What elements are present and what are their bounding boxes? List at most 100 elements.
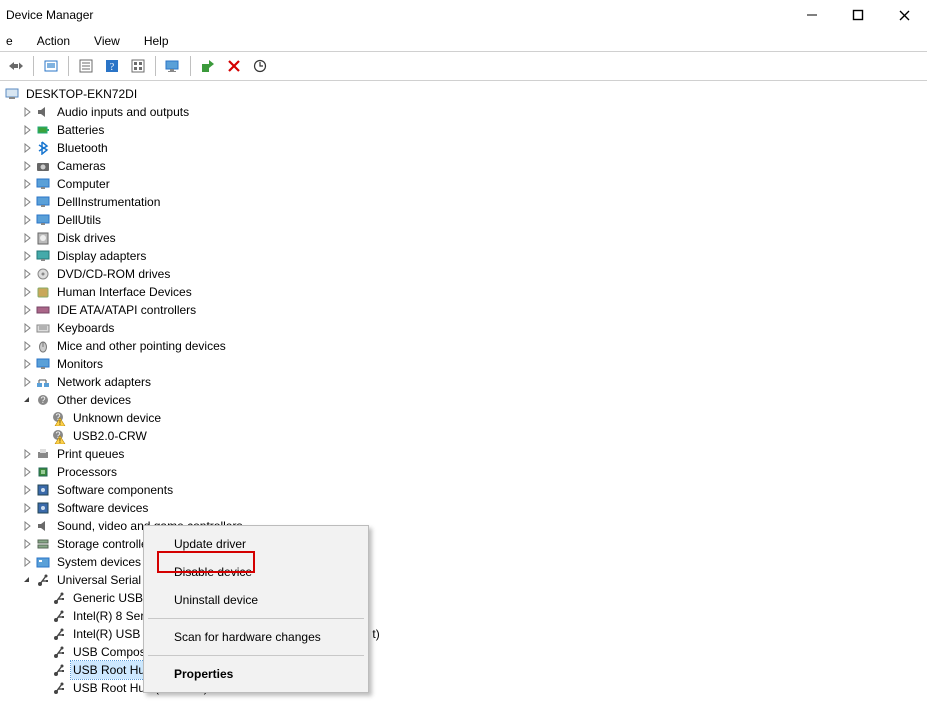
close-button[interactable] xyxy=(881,0,927,30)
tree-category[interactable]: Keyboards xyxy=(20,319,927,337)
svg-text:?: ? xyxy=(110,62,115,73)
expander-closed-icon[interactable] xyxy=(20,177,34,191)
tree-category[interactable]: Software devices xyxy=(20,499,927,517)
expander-closed-icon[interactable] xyxy=(20,285,34,299)
uninstall-device-button[interactable] xyxy=(222,54,246,78)
help-button[interactable]: ? xyxy=(100,54,124,78)
menu-view[interactable]: View xyxy=(90,34,124,48)
expander-closed-icon[interactable] xyxy=(20,195,34,209)
expander-closed-icon[interactable] xyxy=(20,519,34,533)
toolbar-separator xyxy=(155,56,156,76)
expander-placeholder xyxy=(36,411,50,425)
expander-closed-icon[interactable] xyxy=(20,267,34,281)
svg-text:?: ? xyxy=(40,395,45,405)
tree-category[interactable]: Display adapters xyxy=(20,247,927,265)
maximize-button[interactable] xyxy=(835,0,881,30)
tree-device[interactable]: ?!USB2.0-CRW xyxy=(36,427,927,445)
tree-category[interactable]: DVD/CD-ROM drives xyxy=(20,265,927,283)
expander-closed-icon[interactable] xyxy=(20,123,34,137)
menu-file[interactable]: e xyxy=(2,34,17,48)
tree-category[interactable]: Software components xyxy=(20,481,927,499)
tree-category[interactable]: Human Interface Devices xyxy=(20,283,927,301)
tree-category[interactable]: Processors xyxy=(20,463,927,481)
tree-category[interactable]: Bluetooth xyxy=(20,139,927,157)
expander-closed-icon[interactable] xyxy=(20,249,34,263)
toolbar-separator xyxy=(190,56,191,76)
expander-closed-icon[interactable] xyxy=(20,465,34,479)
menu-action[interactable]: Action xyxy=(33,34,74,48)
ctx-update-driver[interactable]: Update driver xyxy=(146,530,366,558)
tree-device[interactable]: ?!Unknown device xyxy=(36,409,927,427)
expander-closed-icon[interactable] xyxy=(20,141,34,155)
device-icon xyxy=(51,662,67,678)
ctx-properties[interactable]: Properties xyxy=(146,660,366,688)
expander-closed-icon[interactable] xyxy=(20,321,34,335)
tree-category[interactable]: DellInstrumentation xyxy=(20,193,927,211)
tree-category[interactable]: Batteries xyxy=(20,121,927,139)
expander-closed-icon[interactable] xyxy=(20,105,34,119)
tree-category-label: Network adapters xyxy=(55,373,153,391)
tree-category[interactable]: Monitors xyxy=(20,355,927,373)
tree-device-label: Unknown device xyxy=(71,409,163,427)
speaker-icon xyxy=(35,104,51,120)
expander-closed-icon[interactable] xyxy=(20,339,34,353)
ctx-disable-device[interactable]: Disable device xyxy=(146,558,366,586)
expander-closed-icon[interactable] xyxy=(20,159,34,173)
device-icon xyxy=(51,626,67,642)
cdrom-icon xyxy=(35,266,51,282)
tree-category[interactable]: IDE ATA/ATAPI controllers xyxy=(20,301,927,319)
expander-closed-icon[interactable] xyxy=(20,303,34,317)
expander-closed-icon[interactable] xyxy=(20,555,34,569)
update-driver-button[interactable] xyxy=(161,54,185,78)
expander-placeholder xyxy=(36,645,50,659)
tree-device-label: USB Root Hub xyxy=(71,661,154,679)
ctx-uninstall-device[interactable]: Uninstall device xyxy=(146,586,366,614)
device-tree[interactable]: DESKTOP-EKN72DI Audio inputs and outputs… xyxy=(0,81,927,697)
tree-category[interactable]: Computer xyxy=(20,175,927,193)
context-menu: Update driver Disable device Uninstall d… xyxy=(143,525,369,693)
ctx-scan-hardware[interactable]: Scan for hardware changes xyxy=(146,623,366,651)
expander-closed-icon[interactable] xyxy=(20,483,34,497)
camera-icon xyxy=(35,158,51,174)
tree-category-label: Bluetooth xyxy=(55,139,110,157)
minimize-button[interactable] xyxy=(789,0,835,30)
tree-category-label: Cameras xyxy=(55,157,108,175)
tree-category[interactable]: Print queues xyxy=(20,445,927,463)
expander-closed-icon[interactable] xyxy=(20,501,34,515)
tree-category-label: System devices xyxy=(55,553,143,571)
expander-closed-icon[interactable] xyxy=(20,213,34,227)
tree-category[interactable]: Network adapters xyxy=(20,373,927,391)
expander-closed-icon[interactable] xyxy=(20,375,34,389)
expander-closed-icon[interactable] xyxy=(20,357,34,371)
expander-placeholder xyxy=(36,663,50,677)
mouse-icon xyxy=(35,338,51,354)
network-icon xyxy=(35,374,51,390)
icons-button[interactable] xyxy=(126,54,150,78)
tree-device-label: Intel(R) USB 3 xyxy=(71,625,152,643)
back-forward-button[interactable] xyxy=(4,54,28,78)
monitor-icon xyxy=(35,176,51,192)
expander-closed-icon[interactable] xyxy=(20,537,34,551)
tree-category[interactable]: Disk drives xyxy=(20,229,927,247)
tree-category[interactable]: Cameras xyxy=(20,157,927,175)
tree-category[interactable]: DellUtils xyxy=(20,211,927,229)
window-title: Device Manager xyxy=(6,8,93,22)
ctx-separator xyxy=(148,618,364,619)
enable-device-button[interactable] xyxy=(196,54,220,78)
scan-hardware-button[interactable] xyxy=(248,54,272,78)
tree-category-label: Computer xyxy=(55,175,112,193)
tree-category[interactable]: ?Other devices xyxy=(20,391,927,409)
tree-category[interactable]: Audio inputs and outputs xyxy=(20,103,927,121)
expander-open-icon[interactable] xyxy=(20,573,34,587)
expander-open-icon[interactable] xyxy=(20,393,34,407)
expander-closed-icon[interactable] xyxy=(20,447,34,461)
tree-device-label: Generic USB I xyxy=(71,589,152,607)
tree-root[interactable]: DESKTOP-EKN72DI xyxy=(4,85,927,103)
menu-help[interactable]: Help xyxy=(140,34,173,48)
disk-icon xyxy=(35,230,51,246)
tree-category[interactable]: Mice and other pointing devices xyxy=(20,337,927,355)
expander-closed-icon[interactable] xyxy=(20,231,34,245)
details-button[interactable] xyxy=(74,54,98,78)
expander-placeholder xyxy=(36,591,50,605)
show-hidden-devices-button[interactable] xyxy=(39,54,63,78)
